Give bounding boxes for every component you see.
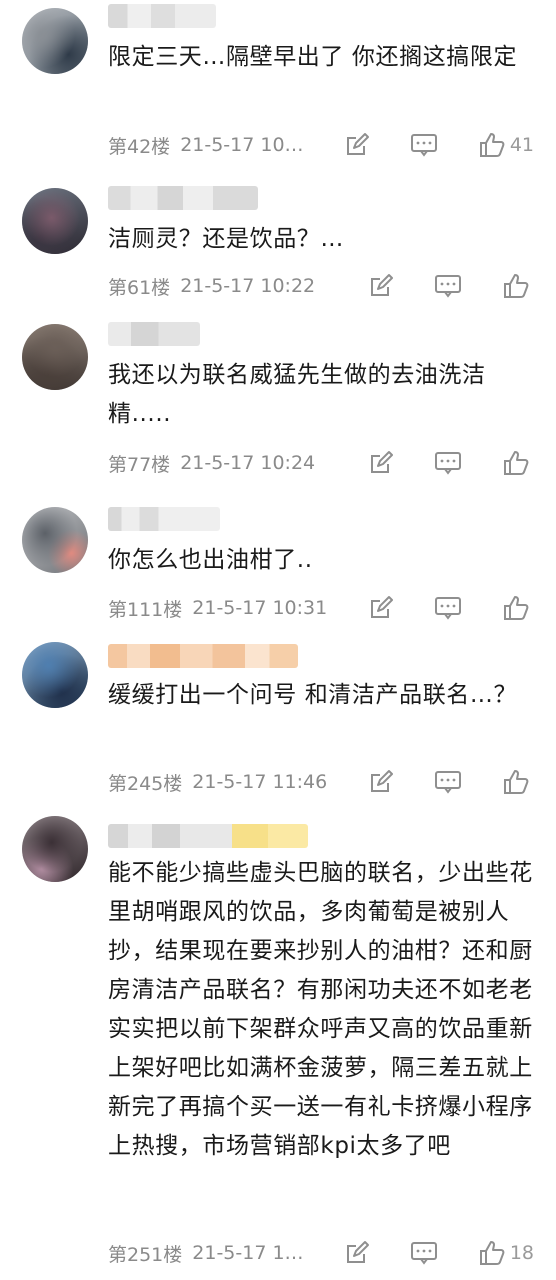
comment-item: 限定三天…隔壁早出了 你还搁这搞限定 第42楼 21-5-17 10… 41	[0, 0, 556, 180]
comment-actions	[368, 271, 534, 301]
comment-actions	[368, 448, 534, 478]
timestamp: 21-5-17 10:22	[180, 275, 316, 297]
comment-icon	[410, 134, 437, 157]
edit-icon	[371, 274, 393, 296]
avatar[interactable]	[22, 8, 88, 74]
avatar[interactable]	[22, 642, 88, 708]
comment-icon	[435, 452, 461, 475]
edit-button[interactable]	[368, 595, 394, 621]
edit-icon	[371, 596, 393, 618]
avatar[interactable]	[22, 816, 88, 882]
comment-item: 能不能少搞些虚头巴脑的联名，少出些花里胡哨跟风的饮品，多肉葡萄是被别人抄，结果现…	[0, 810, 556, 1280]
like-button[interactable]	[502, 449, 534, 477]
comment-icon	[410, 1242, 437, 1265]
comment-actions: 18	[344, 1238, 534, 1268]
comment-actions: 41	[344, 130, 534, 160]
like-button[interactable]: 41	[478, 131, 534, 159]
timestamp: 21-5-17 11:46	[192, 771, 328, 793]
comment-icon	[435, 597, 461, 620]
comment-text: 能不能少搞些虚头巴脑的联名，少出些花里胡哨跟风的饮品，多肉葡萄是被别人抄，结果现…	[108, 860, 533, 1159]
comment-text: 你怎么也出油柑了..	[108, 547, 313, 573]
edit-button[interactable]	[344, 1240, 370, 1266]
like-count: 18	[509, 1242, 534, 1264]
comment-text: 洁厕灵？还是饮品？…	[108, 226, 344, 252]
reply-button[interactable]	[434, 595, 462, 621]
comment-item: 我还以为联名威猛先生做的去油洗洁精..... 第77楼 21-5-17 10:2…	[0, 310, 556, 495]
timestamp: 21-5-17 10…	[180, 134, 304, 156]
username[interactable]	[108, 507, 220, 531]
floor-number: 第77楼	[108, 453, 171, 476]
reply-button[interactable]	[434, 273, 462, 299]
edit-icon	[346, 133, 369, 155]
comment-text: 限定三天…隔壁早出了 你还搁这搞限定	[108, 44, 518, 70]
username[interactable]	[108, 4, 216, 28]
like-button[interactable]: 18	[478, 1239, 534, 1267]
edit-icon	[371, 451, 393, 473]
comment-text: 缓缓打出一个问号 和清洁产品联名…？	[108, 682, 518, 708]
thumbs-up-icon	[479, 1241, 505, 1265]
floor-number: 第111楼	[108, 598, 183, 621]
comment-item: 你怎么也出油柑了.. 第111楼 21-5-17 10:31	[0, 495, 556, 630]
reply-button[interactable]	[410, 1240, 438, 1266]
avatar[interactable]	[22, 324, 88, 390]
floor-number: 第61楼	[108, 276, 171, 299]
comment-icon	[435, 275, 461, 298]
comment-icon	[435, 771, 461, 794]
reply-button[interactable]	[410, 132, 438, 158]
edit-button[interactable]	[368, 273, 394, 299]
like-button[interactable]	[502, 272, 534, 300]
reply-button[interactable]	[434, 450, 462, 476]
username[interactable]	[108, 186, 258, 210]
comment-actions	[368, 593, 534, 623]
avatar[interactable]	[22, 507, 88, 573]
avatar[interactable]	[22, 188, 88, 254]
thumbs-up-icon	[504, 274, 529, 298]
like-button[interactable]	[502, 768, 534, 796]
edit-button[interactable]	[344, 132, 370, 158]
username[interactable]	[108, 824, 308, 848]
thumbs-up-icon	[504, 596, 529, 620]
username[interactable]	[108, 322, 200, 346]
timestamp: 21-5-17 10:24	[180, 452, 316, 474]
edit-button[interactable]	[368, 450, 394, 476]
thumbs-up-icon	[479, 133, 505, 157]
thumbs-up-icon	[504, 770, 529, 794]
comment-item: 缓缓打出一个问号 和清洁产品联名…？ 第245楼 21-5-17 11:46	[0, 630, 556, 810]
reply-button[interactable]	[434, 769, 462, 795]
comment-item: 洁厕灵？还是饮品？… 第61楼 21-5-17 10:22	[0, 180, 556, 310]
floor-number: 第251楼	[108, 1243, 183, 1266]
edit-icon	[371, 770, 393, 792]
comment-text: 我还以为联名威猛先生做的去油洗洁精.....	[108, 362, 486, 427]
like-button[interactable]	[502, 594, 534, 622]
floor-number: 第42楼	[108, 135, 171, 158]
floor-number: 第245楼	[108, 772, 183, 795]
like-count: 41	[509, 134, 534, 156]
comment-actions	[368, 767, 534, 797]
edit-icon	[346, 1241, 369, 1263]
timestamp: 21-5-17 10:31	[192, 597, 328, 619]
username[interactable]	[108, 644, 298, 668]
thumbs-up-icon	[504, 451, 529, 475]
timestamp: 21-5-17 1…	[192, 1242, 304, 1264]
edit-button[interactable]	[368, 769, 394, 795]
